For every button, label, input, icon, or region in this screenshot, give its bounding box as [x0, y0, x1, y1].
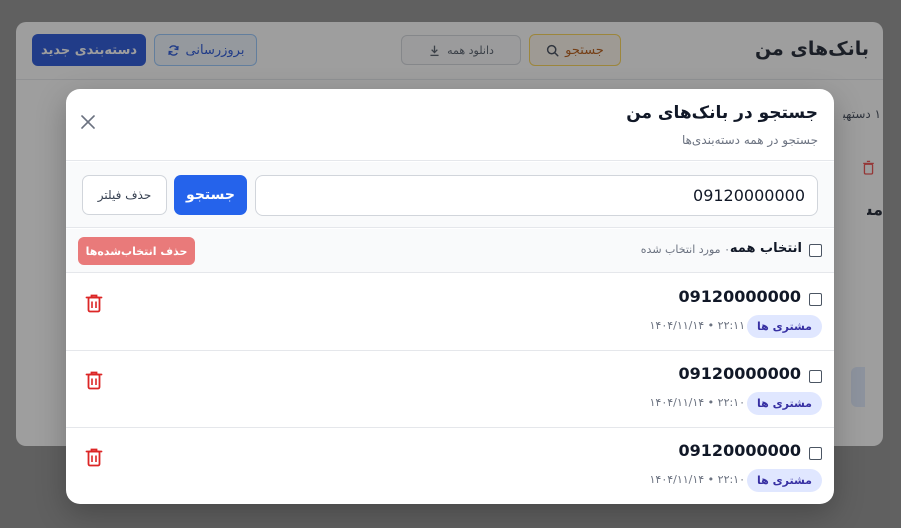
category-badge: مشتری ها — [746, 392, 822, 415]
result-row: 09120000000 مشتری ها ۱۴۰۴/۱۱/۱۴ • ۲۲:۱۰ — [66, 351, 834, 428]
search-submit-button[interactable]: جستجو — [174, 175, 247, 215]
result-phone: 09120000000 — [678, 287, 801, 306]
result-row: 09120000000 مشتری ها ۱۴۰۴/۱۱/۱۴ • ۲۲:۱۰ — [66, 428, 834, 504]
close-icon[interactable] — [80, 114, 96, 130]
trash-icon[interactable] — [85, 293, 103, 313]
clear-filter-button[interactable]: حذف فیلتر — [82, 175, 167, 215]
selected-count: ۰ مورد انتخاب شده — [640, 243, 730, 256]
trash-icon[interactable] — [85, 370, 103, 390]
trash-icon[interactable] — [85, 447, 103, 467]
result-phone: 09120000000 — [678, 364, 801, 383]
category-badge: مشتری ها — [746, 469, 822, 492]
result-date: ۱۴۰۴/۱۱/۱۴ • ۲۲:۱۱ — [649, 319, 746, 332]
result-date: ۱۴۰۴/۱۱/۱۴ • ۲۲:۱۰ — [649, 396, 746, 409]
search-input[interactable] — [255, 175, 818, 216]
result-date: ۱۴۰۴/۱۱/۱۴ • ۲۲:۱۰ — [649, 473, 746, 486]
result-checkbox[interactable] — [809, 370, 822, 383]
search-bar: جستجو حذف فیلتر — [66, 162, 834, 228]
delete-selected-button[interactable]: حذف انتخاب‌شده‌ها — [78, 237, 195, 265]
result-row: 09120000000 مشتری ها ۱۴۰۴/۱۱/۱۴ • ۲۲:۱۱ — [66, 274, 834, 351]
search-modal: جستجو در بانک‌های من جستجو در همه دسته‌ب… — [66, 89, 834, 504]
modal-header: جستجو در بانک‌های من جستجو در همه دسته‌ب… — [66, 89, 834, 161]
result-checkbox[interactable] — [809, 447, 822, 460]
result-phone: 09120000000 — [678, 441, 801, 460]
modal-title: جستجو در بانک‌های من — [626, 103, 818, 123]
result-checkbox[interactable] — [809, 293, 822, 306]
select-all-checkbox[interactable] — [809, 244, 822, 257]
modal-subtitle: جستجو در همه دسته‌بندی‌ها — [681, 133, 818, 147]
category-badge: مشتری ها — [746, 315, 822, 338]
bulk-actions-bar: انتخاب همه ۰ مورد انتخاب شده حذف انتخاب‌… — [66, 229, 834, 273]
select-all-label[interactable]: انتخاب همه — [730, 241, 802, 256]
